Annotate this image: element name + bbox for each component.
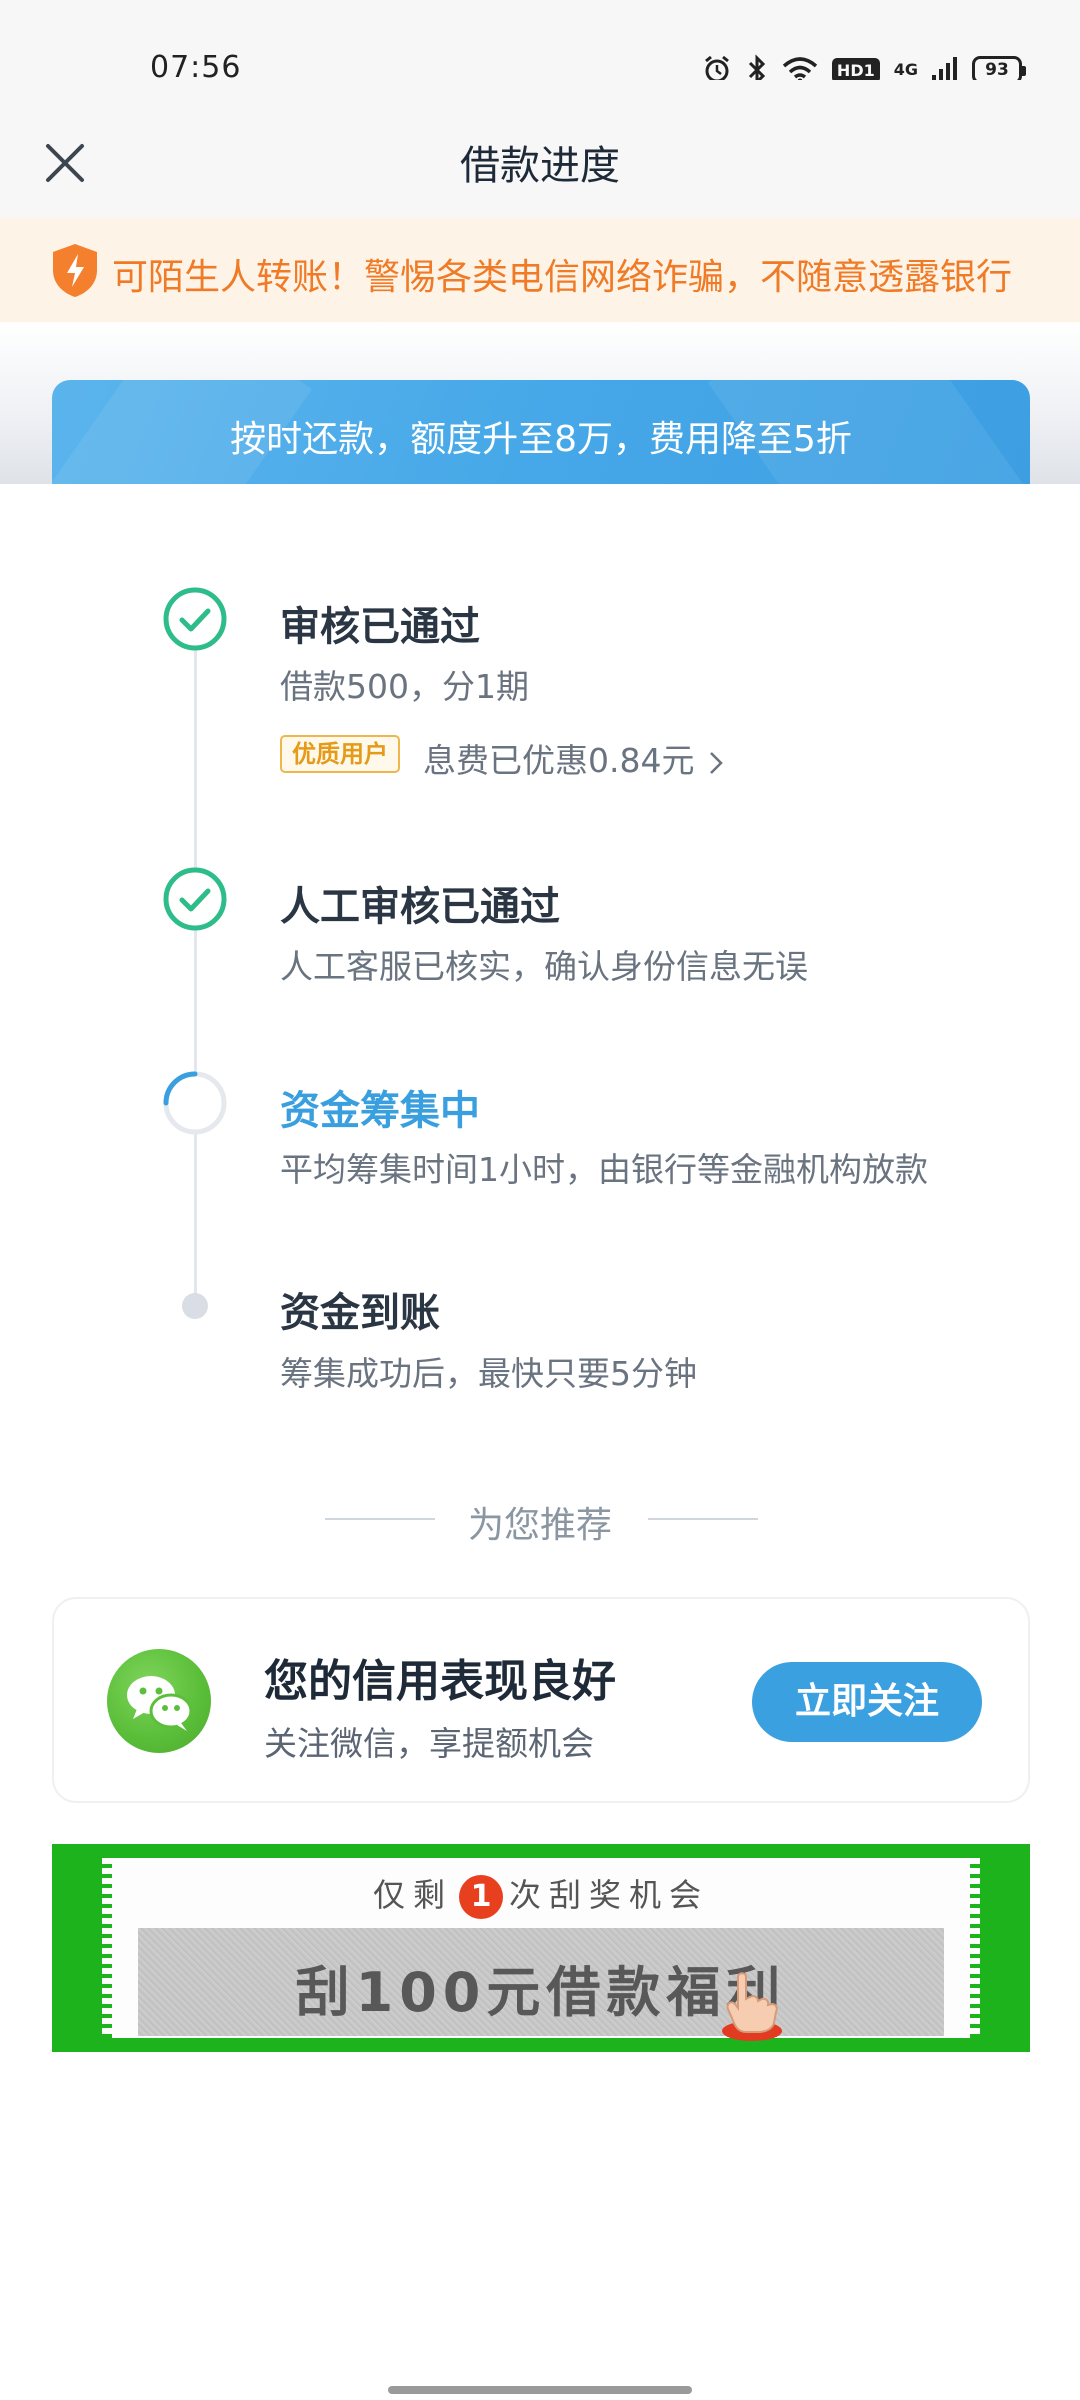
pointing-hand-icon — [722, 1972, 782, 2041]
hd-voice-icon: HD1 — [831, 57, 880, 83]
fraud-notice-bar: 可陌生人转账！警惕各类电信网络诈骗，不随意透露银行 — [0, 218, 1080, 322]
follow-button[interactable]: 立即关注 — [752, 1662, 982, 1742]
wechat-card-title: 您的信用表现良好 — [264, 1656, 616, 1707]
network-4g-label: 4G — [893, 60, 918, 79]
step-desc: 借款500，分1期 — [280, 667, 529, 706]
wechat-icon — [107, 1649, 211, 1753]
scratch-label: 刮100元借款福利 — [295, 1961, 787, 2024]
home-indicator[interactable] — [388, 2386, 692, 2394]
step-title: 人工审核已通过 — [280, 884, 560, 930]
loading-spinner-icon — [163, 1071, 227, 1135]
timeline-line — [194, 630, 197, 1305]
shield-icon — [53, 244, 97, 297]
scratch-area[interactable]: 刮100元借款福利 — [138, 1928, 944, 2036]
promo-text: 按时还款，额度升至8万，费用降至5折 — [230, 419, 852, 460]
scratch-chances: 仅剩 1 次刮奖机会 — [108, 1870, 974, 1919]
scratch-ticket: 仅剩 1 次刮奖机会 刮100元借款福利 — [102, 1858, 980, 2038]
scratch-card-banner[interactable]: 仅剩 1 次刮奖机会 刮100元借款福利 — [52, 1844, 1030, 2052]
scratch-suffix: 次刮奖机会 — [509, 1876, 710, 1914]
chevron-right-icon — [710, 751, 724, 774]
pending-dot-icon — [182, 1293, 208, 1319]
fraud-notice-text: 可陌生人转账！警惕各类电信网络诈骗，不随意透露银行 — [112, 257, 1013, 298]
step-desc: 平均筹集时间1小时，由银行等金融机构放款 — [280, 1150, 928, 1189]
check-circle-icon — [163, 867, 227, 931]
step-desc: 人工客服已核实，确认身份信息无误 — [280, 947, 808, 986]
promo-banner[interactable]: 按时还款，额度升至8万，费用降至5折 — [52, 380, 1030, 484]
wechat-card-subtitle: 关注微信，享提额机会 — [264, 1724, 594, 1763]
step-desc: 筹集成功后，最快只要5分钟 — [280, 1354, 697, 1393]
recommend-heading: 为您推荐 — [467, 1505, 612, 1546]
divider — [648, 1518, 758, 1520]
step-title: 审核已通过 — [280, 604, 480, 650]
scratch-prefix: 仅剩 — [372, 1876, 453, 1914]
step-title: 资金到账 — [280, 1290, 440, 1336]
check-circle-icon — [163, 587, 227, 651]
step-title: 资金筹集中 — [280, 1088, 480, 1134]
chance-count-badge: 1 — [459, 1875, 503, 1919]
discount-text: 息费已优惠0.84元 — [423, 741, 695, 780]
discount-link[interactable]: 息费已优惠0.84元 — [423, 734, 724, 782]
vip-user-badge: 优质用户 — [280, 735, 400, 773]
wechat-follow-card[interactable]: 您的信用表现良好 关注微信，享提额机会 立即关注 — [52, 1597, 1030, 1803]
page-title: 借款进度 — [460, 143, 620, 189]
